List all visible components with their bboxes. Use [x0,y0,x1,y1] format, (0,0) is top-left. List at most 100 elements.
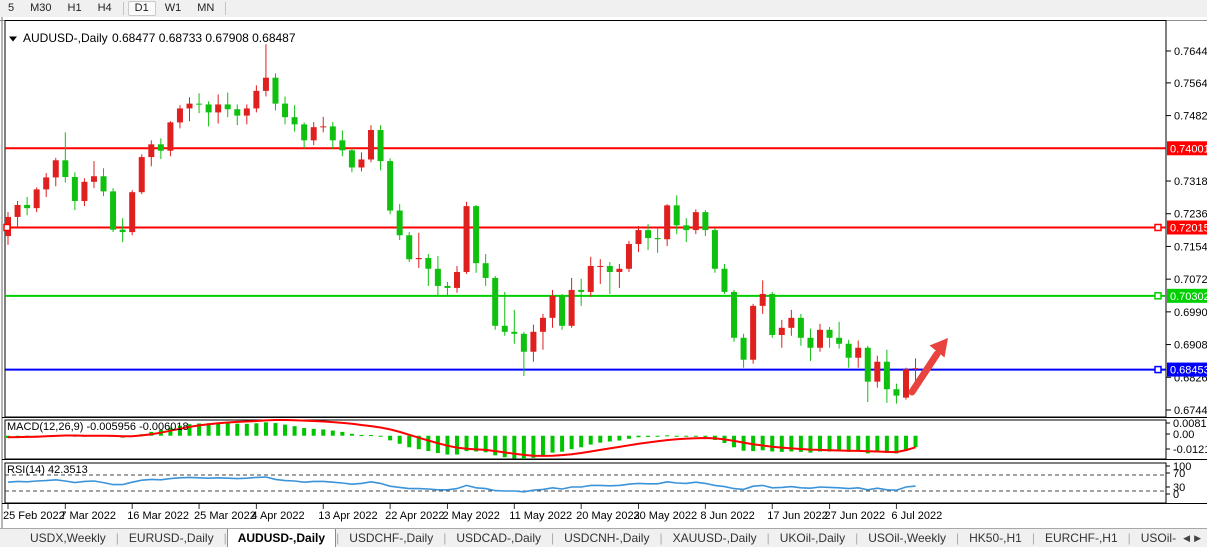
timeframe-button-mn[interactable]: MN [190,1,221,16]
macd-histogram-bar [665,435,669,436]
macd-histogram-bar [340,432,344,436]
candle-body [101,176,107,191]
macd-histogram-bar [656,436,660,437]
timeframe-button-5[interactable]: 5 [1,1,21,16]
candle-body [893,389,899,395]
date-label: 6 Jul 2022 [891,510,942,522]
tab-usoil-h[interactable]: USOil-,H [1131,529,1177,547]
date-label: 25 Mar 2022 [194,510,256,522]
tab-usoil-weekly[interactable]: USOil-,Weekly [858,529,956,547]
price-tick-label: 0.70720 [1174,274,1207,286]
macd-histogram-bar [293,426,297,436]
tab-usdcnh-daily[interactable]: USDCNH-,Daily [554,529,659,547]
macd-histogram-bar [388,436,392,441]
price-tick-label: 0.69900 [1174,307,1207,319]
trading-platform-window: 5M30H1H4D1W1MN 0.764400.756400.748200.73… [0,0,1207,547]
candle-body [674,205,680,225]
candle-body [244,108,250,115]
candle-body [884,362,890,390]
candle-body [53,160,59,177]
tab-scroll-left-icon[interactable]: ◀ [1183,533,1190,544]
date-label: 20 May 2022 [576,510,640,522]
macd-histogram-bar [379,436,383,437]
candle-body [349,150,355,167]
timeframe-button-d1[interactable]: D1 [128,1,156,16]
candle-body [167,122,173,150]
candle-body [196,104,202,105]
candle-body [473,206,479,263]
candle-body [779,328,785,335]
date-label: 7 Mar 2022 [60,510,116,522]
candle-body [846,344,852,358]
candle-body [635,230,641,244]
candle-body [760,294,766,306]
candle-body [827,330,833,338]
tab-audusd-daily[interactable]: AUDUSD-,Daily [227,528,336,547]
timeframe-button-h4[interactable]: H4 [91,1,119,16]
price-tick-label: 0.74820 [1174,111,1207,123]
tab-xauusd-daily[interactable]: XAUUSD-,Daily [663,529,767,547]
tab-hk50-h1[interactable]: HK50-,H1 [959,529,1032,547]
macd-histogram-bar [560,436,564,452]
date-label: 2 May 2022 [442,510,499,522]
line-handle[interactable] [1155,367,1161,373]
candle-body [148,144,154,157]
line-handle[interactable] [1155,224,1161,230]
chart-title-symbol: AUDUSD-,Daily [23,31,108,45]
candle-body [741,338,747,360]
macd-histogram-bar [646,436,650,437]
candle-body [435,269,441,286]
timeframe-button-h1[interactable]: H1 [61,1,89,16]
macd-histogram-bar [608,436,612,442]
date-label: 17 Jun 2022 [767,510,828,522]
candle-body [120,230,126,232]
chart-plot-area[interactable] [6,21,1165,416]
line-handle[interactable] [4,224,10,230]
line-handle[interactable] [1155,293,1161,299]
tab-eurchf-h1[interactable]: EURCHF-,H1 [1035,529,1128,547]
macd-histogram-bar [617,436,621,441]
candle-body [616,269,622,272]
macd-histogram-bar [254,423,258,435]
candle-body [483,263,489,278]
candle-body [645,230,651,238]
candle-body [454,272,460,288]
macd-histogram-bar [283,425,287,436]
tab-eurusd-daily[interactable]: EURUSD-,Daily [119,529,224,547]
macd-histogram-bar [273,423,277,436]
date-label: 25 Feb 2022 [3,510,65,522]
candlestick-panel[interactable] [4,21,1166,416]
tab-ukoil-daily[interactable]: UKOil-,Daily [770,529,855,547]
price-badge-label: 0.70302 [1170,291,1207,303]
timeframe-button-w1[interactable]: W1 [158,1,189,16]
candle-body [34,189,40,208]
candle-body [521,334,527,352]
candle-body [702,212,708,230]
candle-body [540,318,546,332]
candle-body [72,177,78,201]
macd-histogram-bar [455,436,459,455]
tab-usdchf-daily[interactable]: USDCHF-,Daily [339,529,443,547]
chart-area[interactable]: 0.764400.756400.748200.731800.723600.715… [0,17,1207,528]
tab-usdx-weekly[interactable]: USDX,Weekly [20,529,116,547]
candle-body [855,348,861,358]
macd-histogram-bar [684,436,688,437]
candle-body [693,212,699,230]
macd-histogram-bar [226,423,230,436]
candle-body [339,140,345,150]
tab-usdcad-daily[interactable]: USDCAD-,Daily [446,529,551,547]
macd-axis-label: -0.01212 [1173,444,1207,456]
tab-scroll-arrows: ◀▶ [1177,529,1207,547]
candle-body [416,258,422,259]
macd-histogram-bar [589,436,593,445]
macd-histogram-bar [780,436,784,452]
macd-histogram-bar [875,436,879,453]
tab-scroll-right-icon[interactable]: ▶ [1194,533,1201,544]
timeframe-button-m30[interactable]: M30 [23,1,58,16]
candle-body [750,306,756,360]
price-tick-label: 0.75640 [1174,78,1207,90]
symbol-tab-bar: USDX,Weekly|EURUSD-,Daily|AUDUSD-,Daily|… [0,528,1207,547]
candle-body [788,318,794,328]
candle-body [865,348,871,382]
macd-histogram-bar [598,436,602,443]
